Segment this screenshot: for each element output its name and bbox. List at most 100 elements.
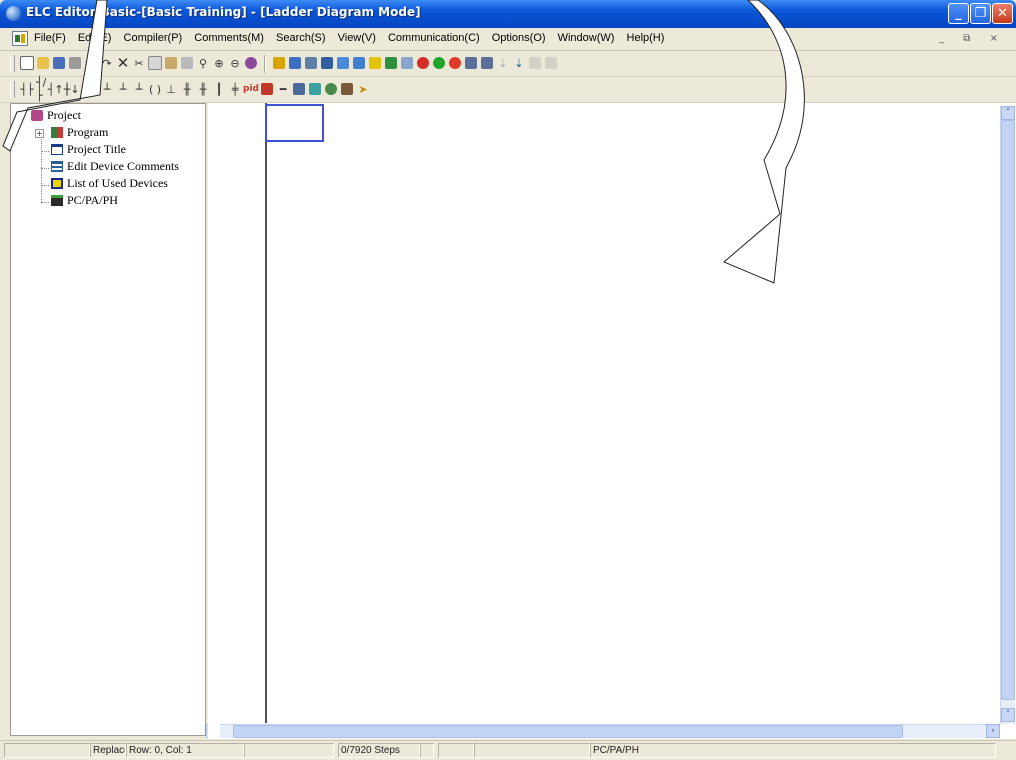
save-disk-icon[interactable] (52, 55, 66, 71)
ladder-cell-cursor[interactable] (265, 104, 324, 142)
zoom-out-icon[interactable]: ⊖ (228, 55, 242, 71)
output-coil-icon[interactable]: ( ) (148, 81, 162, 97)
horizontal-scroll-thumb[interactable] (233, 725, 903, 738)
or-contact-icon[interactable]: ┴ (84, 81, 98, 97)
find-binoculars-icon[interactable]: ⚲ (196, 55, 210, 71)
tree-item-label: PC/PA/PH (67, 193, 118, 207)
settings-icon[interactable] (244, 55, 258, 71)
pid-icon[interactable]: pid (243, 81, 259, 97)
or-fall-icon[interactable]: ┴ (132, 81, 146, 97)
transfer-down-icon[interactable] (480, 55, 494, 71)
instruction-list-icon[interactable] (304, 55, 318, 71)
series-block-icon[interactable]: ╫ (180, 81, 194, 97)
comments-table-icon (51, 161, 63, 172)
tree-item-project-title[interactable]: Project Title (51, 142, 126, 157)
title-icon (51, 144, 63, 155)
menu-search[interactable]: Search(S) (276, 32, 326, 44)
menu-comments[interactable]: Comments(M) (194, 32, 264, 44)
tree-item-program[interactable]: Program (51, 125, 108, 140)
run-green-icon[interactable] (432, 55, 446, 71)
toolbar-grip-2[interactable] (10, 81, 15, 98)
menu-view[interactable]: View(V) (338, 32, 376, 44)
chart-tool-icon[interactable] (260, 81, 274, 97)
status-pane-empty (244, 743, 334, 758)
scroll-down-button[interactable]: ˅ (1001, 708, 1015, 722)
upload-icon[interactable]: ⇣ (496, 55, 510, 71)
stop-plc-icon[interactable] (448, 55, 462, 71)
close-button[interactable]: ✕ (992, 3, 1013, 24)
menu-communication[interactable]: Communication(C) (388, 32, 480, 44)
copy-icon[interactable] (148, 55, 162, 71)
project-tree-pane[interactable]: Project + Program Project Title Edit Dev… (10, 103, 206, 736)
delete-x-icon[interactable]: ✕ (116, 54, 130, 72)
tree-item-list-of-used-devices[interactable]: List of Used Devices (51, 176, 168, 191)
compile-icon[interactable] (272, 55, 286, 71)
left-power-rail (265, 103, 267, 723)
title-bar[interactable]: ELC Editor-Basic-[Basic Training] - [Lad… (0, 0, 1016, 28)
or-rise-icon[interactable]: ┴ (116, 81, 130, 97)
ladder-editor-canvas[interactable] (208, 103, 1016, 739)
mdi-window-controls[interactable]: _ ⧉ × (939, 33, 1006, 44)
transfer-up-icon[interactable] (464, 55, 478, 71)
standard-toolbar-buttons: ↶ ↷ ✕ ✂ ⚲ ⊕ ⊖ ⇣ ⇣ (20, 54, 558, 73)
table-tool-icon[interactable] (292, 81, 306, 97)
paste-special-icon[interactable] (180, 55, 194, 71)
disabled-tool-2-icon[interactable] (544, 55, 558, 71)
tree-item-label: Edit Device Comments (67, 159, 179, 173)
zoom-in-icon[interactable]: ⊕ (212, 55, 226, 71)
scroll-up-button[interactable]: ˄ (1001, 106, 1015, 120)
expand-program-toggle[interactable]: + (35, 129, 44, 138)
status-bar: Replace Row: 0, Col: 1 0/7920 Steps PC/P… (0, 740, 1016, 760)
menu-edit[interactable]: Edit(E) (78, 32, 112, 44)
vertical-scroll-thumb[interactable] (1001, 120, 1015, 700)
inverse-icon[interactable]: ⊥ (164, 81, 178, 97)
paste-icon[interactable] (164, 55, 178, 71)
status-pane-empty (474, 743, 590, 758)
menu-window[interactable]: Window(W) (558, 32, 615, 44)
minimize-button[interactable]: _ (948, 3, 969, 24)
toolbar-grip[interactable] (10, 55, 15, 72)
horizontal-line-icon[interactable]: ╪ (228, 81, 242, 97)
read-plc-icon[interactable] (400, 55, 414, 71)
cut-icon[interactable]: ✂ (132, 55, 146, 71)
line-tool-icon[interactable]: ━ (276, 81, 290, 97)
download-icon[interactable]: ⇣ (512, 55, 526, 71)
status-cursor-position: Row: 0, Col: 1 (126, 743, 244, 758)
contact-fall-icon[interactable]: ┤↓├ (64, 81, 86, 97)
menu-help[interactable]: Help(H) (627, 32, 665, 44)
disabled-tool-icon[interactable] (528, 55, 542, 71)
menu-compiler[interactable]: Compiler(P) (124, 32, 183, 44)
building-tool-icon[interactable] (340, 81, 354, 97)
application-window: ELC Editor-Basic-[Basic Training] - [Lad… (0, 0, 1016, 760)
write-plc-icon[interactable] (384, 55, 398, 71)
status-plc-model: PC/PA/PH (590, 743, 996, 758)
maximize-button[interactable]: ❐ (970, 3, 991, 24)
new-file-icon[interactable] (20, 55, 34, 71)
pointer-tool-icon[interactable]: ➤ (356, 81, 370, 97)
parallel-block-icon[interactable]: ╫ (196, 81, 210, 97)
check-icon[interactable] (288, 55, 302, 71)
tree-item-pc-pa-ph[interactable]: PC/PA/PH (51, 193, 118, 208)
undo-icon[interactable]: ↶ (84, 55, 98, 71)
redo-icon[interactable]: ↷ (100, 55, 114, 71)
tree-root-project[interactable]: Project (31, 108, 81, 123)
vertical-line-icon[interactable]: ┃ (212, 81, 226, 97)
globe-tool-icon[interactable] (324, 81, 338, 97)
print-icon[interactable] (68, 55, 82, 71)
stop-red-icon[interactable] (416, 55, 430, 71)
menu-options[interactable]: Options(O) (492, 32, 546, 44)
tree-item-edit-device-comments[interactable]: Edit Device Comments (51, 159, 179, 174)
wizard-tool-icon[interactable] (308, 81, 322, 97)
document-ladder-icon[interactable] (12, 31, 28, 46)
online-icon[interactable] (368, 55, 382, 71)
tree-connector (41, 202, 49, 203)
ladder-mode-icon[interactable] (320, 55, 334, 71)
sfc-mode-icon[interactable] (336, 55, 350, 71)
menu-file[interactable]: File(F) (34, 32, 66, 44)
or-nc-contact-icon[interactable]: ┴ (100, 81, 114, 97)
contact-no-icon[interactable]: ┤├ (20, 81, 34, 97)
app-globe-icon[interactable] (6, 6, 21, 21)
monitor-icon[interactable] (352, 55, 366, 71)
open-folder-icon[interactable] (36, 55, 50, 71)
scroll-right-button[interactable]: › (986, 724, 1000, 738)
